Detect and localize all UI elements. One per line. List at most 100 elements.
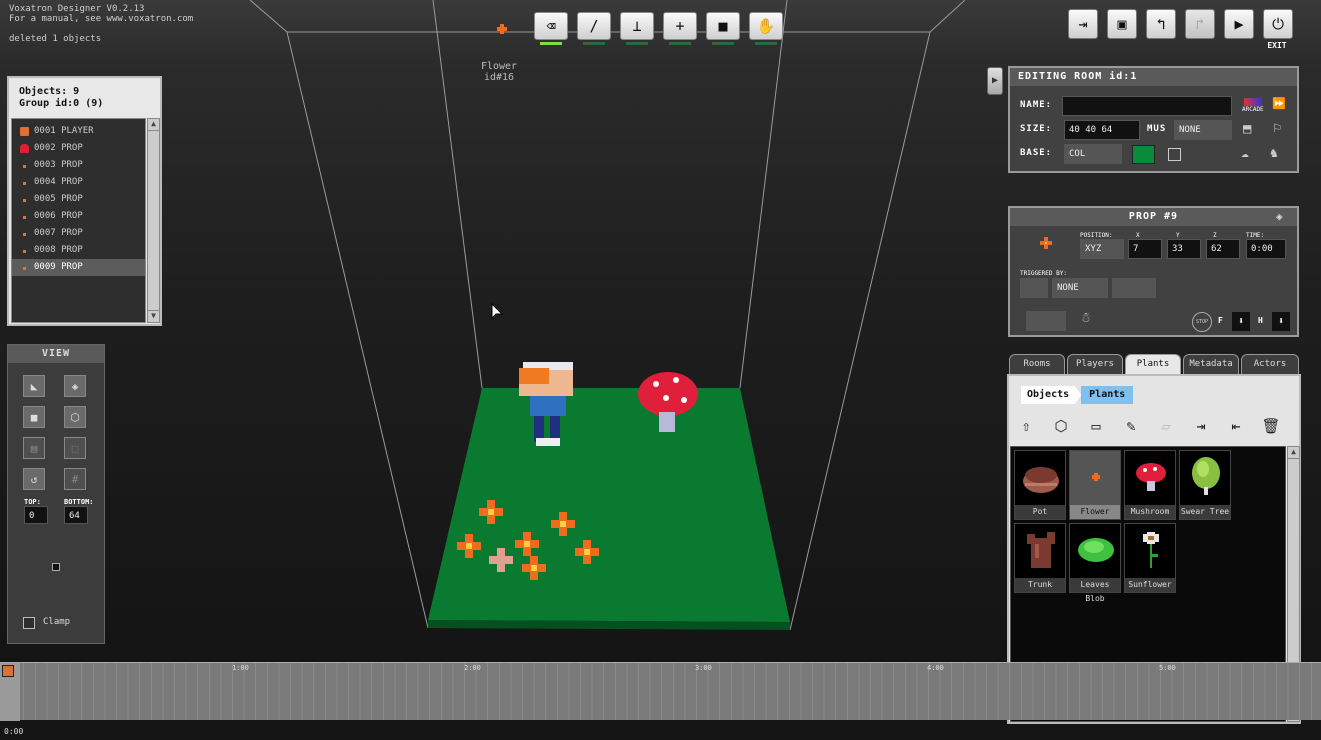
object-list-item[interactable]: 0004 PROP: [12, 174, 145, 191]
scroll-down-icon[interactable]: ▼: [148, 310, 159, 322]
grid-view-button[interactable]: #: [64, 468, 86, 490]
open-folder-button[interactable]: ▱: [1153, 414, 1179, 438]
object-list-item[interactable]: 0007 PROP: [12, 225, 145, 242]
player-marker-icon[interactable]: [2, 665, 14, 677]
clamp-checkbox[interactable]: [23, 617, 35, 629]
arcade-button[interactable]: ARCADE: [1242, 98, 1264, 113]
library-item[interactable]: Sunflower: [1124, 523, 1176, 593]
room-size-field[interactable]: 40 40 64: [1064, 120, 1140, 140]
object-list-scrollbar[interactable]: ▲ ▼: [147, 118, 160, 323]
person-icon: ☃: [1082, 310, 1091, 326]
manual-hint: For a manual, see www.voxatron.com: [9, 14, 194, 24]
library-item[interactable]: Leaves Blob: [1069, 523, 1121, 603]
play-icon: ▶: [1234, 15, 1244, 33]
object-list-label: 0007 PROP: [34, 228, 83, 238]
f-label: F: [1218, 316, 1223, 325]
library-item[interactable]: Pot: [1014, 450, 1066, 520]
prop-options-button[interactable]: ◈: [1276, 210, 1283, 223]
timeline[interactable]: 1:00 2:00 3:00 4:00 5:00: [0, 662, 1321, 721]
triggered-by-field[interactable]: NONE: [1052, 278, 1108, 298]
sky-button[interactable]: ☁: [1241, 146, 1249, 161]
room-size-label: SIZE:: [1020, 124, 1053, 134]
creature-button[interactable]: ♞: [1270, 146, 1278, 161]
base-color-swatch[interactable]: [1132, 145, 1155, 164]
x-field[interactable]: 7: [1128, 239, 1162, 259]
play-button[interactable]: ▶: [1224, 9, 1254, 39]
export-button[interactable]: ⇥: [1068, 9, 1098, 39]
object-list[interactable]: 0001 PLAYER 0002 PROP 0003 PROP 0004 PROP 00…: [11, 118, 146, 323]
add-tool-button[interactable]: +: [663, 12, 697, 40]
tab-metadata[interactable]: Metadata: [1183, 354, 1239, 374]
object-list-item[interactable]: 0005 PROP: [12, 191, 145, 208]
new-folder-button[interactable]: ▭: [1083, 414, 1109, 438]
collapse-panel-button[interactable]: ▶: [987, 67, 1003, 95]
solid-view-button[interactable]: ■: [23, 406, 45, 428]
time-field[interactable]: 0:00: [1246, 239, 1286, 259]
trigger-extra-field[interactable]: [1112, 278, 1156, 298]
room-name-field[interactable]: [1062, 96, 1232, 116]
actor-button[interactable]: ☃: [1082, 310, 1090, 326]
trigger-slot-field[interactable]: [1020, 278, 1048, 298]
bottom-value-field[interactable]: 64: [64, 506, 88, 524]
new-object-button[interactable]: ⬡: [1048, 414, 1074, 438]
slice-handle[interactable]: [52, 563, 60, 571]
brush-tool-button[interactable]: /: [577, 12, 611, 40]
undo-button[interactable]: ↰: [1146, 9, 1176, 39]
brush-icon: /: [589, 17, 599, 35]
bounds-view-button[interactable]: ⬚: [64, 437, 86, 459]
library-item[interactable]: Flower: [1069, 450, 1121, 520]
slice-view-button[interactable]: ▤: [23, 437, 45, 459]
music-field[interactable]: NONE: [1174, 120, 1232, 140]
room-base-field[interactable]: COL: [1064, 144, 1122, 164]
stamp-tool-button[interactable]: ⊥: [620, 12, 654, 40]
f-down-button[interactable]: ⬇: [1232, 312, 1250, 331]
library-item[interactable]: Mushroom: [1124, 450, 1176, 520]
camera-tool-button[interactable]: ■: [706, 12, 740, 40]
parent-folder-button[interactable]: ⇧: [1013, 414, 1039, 438]
hand-tool-button[interactable]: ✋: [749, 12, 783, 40]
stop-button[interactable]: STOP: [1192, 312, 1212, 332]
library-item[interactable]: Swear Tree: [1179, 450, 1231, 520]
object-list-item[interactable]: 0008 PROP: [12, 242, 145, 259]
tab-players[interactable]: Players: [1067, 354, 1123, 374]
edit-object-button[interactable]: ✎: [1118, 414, 1144, 438]
breadcrumb-objects[interactable]: Objects: [1021, 386, 1076, 404]
wire-view-button[interactable]: ⬡: [64, 406, 86, 428]
object-list-item[interactable]: 0006 PROP: [12, 208, 145, 225]
library-item[interactable]: Trunk: [1014, 523, 1066, 593]
object-list-item[interactable]: 0001 PLAYER: [12, 123, 145, 140]
redo-button[interactable]: ↱: [1185, 9, 1215, 39]
top-value-field[interactable]: 0: [24, 506, 48, 524]
folder-icon: ▭: [1091, 417, 1101, 435]
camera-settings-button[interactable]: ⬒: [1243, 121, 1251, 137]
tab-actors[interactable]: Actors: [1241, 354, 1299, 374]
hover-label: Flower id#16: [460, 61, 538, 83]
object-list-item[interactable]: 0009 PROP: [12, 259, 145, 276]
reset-camera-button[interactable]: ↺: [23, 468, 45, 490]
exit-button[interactable]: ⏻: [1263, 9, 1293, 39]
trigger-view-button[interactable]: ◈: [64, 375, 86, 397]
delete-object-button[interactable]: 🗑: [1258, 414, 1284, 438]
scroll-up-icon[interactable]: ▲: [148, 119, 159, 131]
base-toggle-checkbox[interactable]: [1168, 148, 1181, 161]
object-list-label: 0001 PLAYER: [34, 126, 94, 136]
object-list-item[interactable]: 0002 PROP: [12, 140, 145, 157]
export-object-button[interactable]: ⇥: [1188, 414, 1214, 438]
stamp-tool-indicator: [626, 42, 648, 45]
prop-extra-field[interactable]: [1026, 311, 1066, 331]
position-mode-field[interactable]: XYZ: [1080, 239, 1124, 259]
eraser-tool-button[interactable]: ⌫: [534, 12, 568, 40]
import-object-button[interactable]: ⇤: [1223, 414, 1249, 438]
save-button[interactable]: ▣: [1107, 9, 1137, 39]
tab-plants[interactable]: Plants: [1125, 354, 1181, 374]
y-field[interactable]: 33: [1167, 239, 1201, 259]
h-down-button[interactable]: ⬇: [1272, 312, 1290, 331]
z-field[interactable]: 62: [1206, 239, 1240, 259]
tab-rooms[interactable]: Rooms: [1009, 354, 1065, 374]
flag-button[interactable]: ⚐: [1273, 120, 1281, 136]
camera-view-button[interactable]: ◣: [23, 375, 45, 397]
scroll-up-icon[interactable]: ▲: [1288, 447, 1299, 459]
breadcrumb-plants[interactable]: Plants: [1081, 386, 1134, 404]
fast-forward-button[interactable]: ⏩: [1272, 97, 1286, 110]
object-list-item[interactable]: 0003 PROP: [12, 157, 145, 174]
